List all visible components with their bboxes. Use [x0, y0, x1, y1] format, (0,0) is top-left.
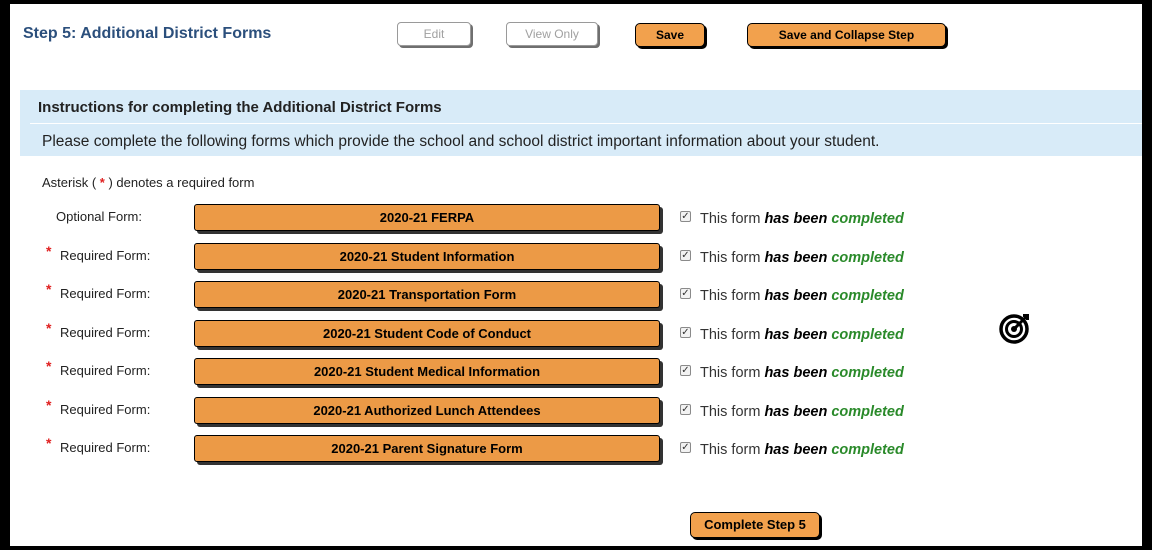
form-type-label: Required Form:: [60, 402, 151, 417]
save-and-collapse-button[interactable]: Save and Collapse Step: [747, 23, 946, 47]
form-completed-checkbox[interactable]: ✓: [680, 365, 691, 376]
save-button[interactable]: Save: [635, 23, 705, 47]
status-completed: completed: [831, 442, 904, 458]
form-type-label: Required Form:: [60, 440, 151, 455]
open-form-button[interactable]: 2020-21 Student Medical Information: [194, 358, 660, 385]
required-star-icon: *: [46, 320, 52, 336]
form-type-label: Required Form:: [60, 286, 151, 301]
status-completed: completed: [831, 327, 904, 343]
status-has-been: has been: [764, 442, 828, 458]
required-star-icon: *: [46, 358, 52, 374]
asterisk-note-suffix: ) denotes a required form: [108, 175, 255, 190]
required-star-icon: *: [99, 175, 105, 190]
instructions-divider: [30, 123, 1142, 124]
complete-step-button[interactable]: Complete Step 5: [690, 512, 820, 538]
form-status-text: This form has been completed: [700, 327, 904, 343]
form-status-text: This form has been completed: [700, 404, 904, 420]
status-completed: completed: [831, 404, 904, 420]
form-status-text: This form has been completed: [700, 211, 904, 227]
form-status-text: This form has been completed: [700, 288, 904, 304]
form-status-text: This form has been completed: [700, 365, 904, 381]
step-title: Step 5: Additional District Forms: [23, 25, 272, 42]
page-frame: Step 5: Additional District Forms Edit V…: [0, 0, 1152, 550]
status-has-been: has been: [764, 211, 828, 227]
open-form-button[interactable]: 2020-21 Authorized Lunch Attendees: [194, 397, 660, 424]
status-prefix: This form: [700, 250, 765, 266]
form-completed-checkbox[interactable]: ✓: [680, 288, 691, 299]
status-prefix: This form: [700, 211, 765, 227]
form-completed-checkbox[interactable]: ✓: [680, 250, 691, 261]
form-completed-checkbox[interactable]: ✓: [680, 404, 691, 415]
step-header: Step 5: Additional District Forms Edit V…: [23, 22, 1142, 62]
form-completed-checkbox[interactable]: ✓: [680, 211, 691, 222]
required-star-icon: *: [46, 243, 52, 259]
form-row: * Required Form: 2020-21 Authorized Lunch …: [10, 397, 1142, 425]
status-prefix: This form: [700, 327, 765, 343]
form-row: * Required Form: 2020-21 Parent Signature …: [10, 435, 1142, 463]
form-row: * Required Form: 2020-21 Transportation Fo…: [10, 281, 1142, 309]
instructions-title: Instructions for completing the Addition…: [38, 99, 442, 116]
status-has-been: has been: [764, 365, 828, 381]
status-prefix: This form: [700, 404, 765, 420]
form-type-label: Optional Form:: [56, 209, 142, 224]
form-row: * Required Form: 2020-21 Student Informati…: [10, 243, 1142, 271]
status-completed: completed: [831, 211, 904, 227]
form-status-text: This form has been completed: [700, 250, 904, 266]
asterisk-note: Asterisk ( * ) denotes a required form: [42, 175, 254, 190]
status-completed: completed: [831, 365, 904, 381]
edit-button[interactable]: Edit: [397, 22, 471, 46]
form-completed-checkbox[interactable]: ✓: [680, 442, 691, 453]
required-star-icon: *: [46, 281, 52, 297]
form-row: * Required Form: 2020-21 Student Code of C…: [10, 320, 1142, 348]
status-prefix: This form: [700, 288, 765, 304]
required-star-icon: *: [46, 397, 52, 413]
form-type-label: Required Form:: [60, 363, 151, 378]
instructions-text: Please complete the following forms whic…: [42, 133, 880, 150]
form-type-label: Required Form:: [60, 325, 151, 340]
asterisk-note-prefix: Asterisk (: [42, 175, 97, 190]
required-star-icon: *: [46, 435, 52, 451]
open-form-button[interactable]: 2020-21 Student Code of Conduct: [194, 320, 660, 347]
status-has-been: has been: [764, 250, 828, 266]
instructions-panel: Instructions for completing the Addition…: [20, 90, 1142, 156]
status-has-been: has been: [764, 327, 828, 343]
status-has-been: has been: [764, 404, 828, 420]
form-type-label: Required Form:: [60, 248, 151, 263]
view-only-button[interactable]: View Only: [506, 22, 598, 46]
status-has-been: has been: [764, 288, 828, 304]
open-form-button[interactable]: 2020-21 Transportation Form: [194, 281, 660, 308]
form-status-text: This form has been completed: [700, 442, 904, 458]
open-form-button[interactable]: 2020-21 Student Information: [194, 243, 660, 270]
status-prefix: This form: [700, 442, 765, 458]
form-completed-checkbox[interactable]: ✓: [680, 327, 691, 338]
open-form-button[interactable]: 2020-21 Parent Signature Form: [194, 435, 660, 462]
open-form-button[interactable]: 2020-21 FERPA: [194, 204, 660, 231]
target-icon[interactable]: [998, 311, 1032, 345]
form-row: Optional Form: 2020-21 FERPA ✓ This form ha…: [10, 204, 1142, 232]
status-prefix: This form: [700, 365, 765, 381]
status-completed: completed: [831, 250, 904, 266]
form-row: * Required Form: 2020-21 Student Medical I…: [10, 358, 1142, 386]
status-completed: completed: [831, 288, 904, 304]
